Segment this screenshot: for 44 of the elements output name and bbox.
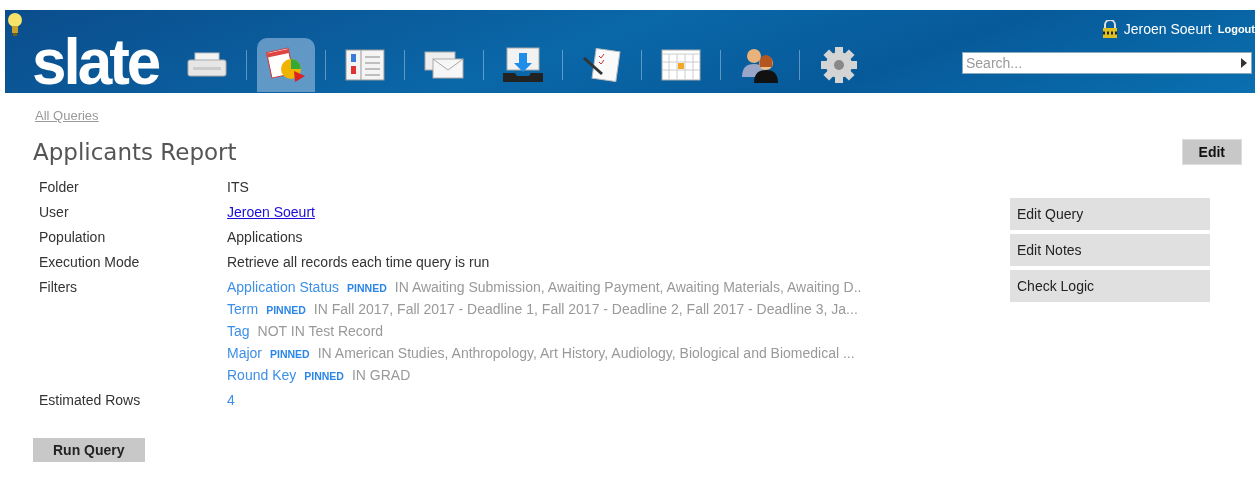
search-field[interactable]: Search... xyxy=(962,52,1252,74)
lightbulb-icon xyxy=(7,12,23,38)
user-name: Jeroen Soeurt xyxy=(1123,21,1212,37)
pinned-label: PINNED xyxy=(266,304,306,316)
user-link[interactable]: Jeroen Soeurt xyxy=(227,204,862,220)
slate-logo[interactable]: slate xyxy=(32,29,159,95)
edit-button[interactable]: Edit xyxy=(1181,139,1242,165)
action-button[interactable]: Edit Notes xyxy=(1010,234,1210,266)
gear-icon[interactable] xyxy=(820,46,859,84)
lock-icon xyxy=(1101,20,1118,38)
people-icon[interactable] xyxy=(740,47,781,83)
printer-icon[interactable] xyxy=(187,52,228,78)
pinned-label: PINNED xyxy=(347,282,387,294)
document-pen-icon[interactable] xyxy=(582,48,623,82)
action-button[interactable]: Edit Query xyxy=(1010,198,1210,230)
filter-condition: IN Awaiting Submission, Awaiting Payment, Awaiting Materials, Awaiting D.. xyxy=(394,279,862,295)
envelopes-icon[interactable] xyxy=(424,51,465,79)
filter-field-link[interactable]: Major xyxy=(227,345,262,361)
pinned-label: PINNED xyxy=(270,348,310,360)
row-count: 4 xyxy=(227,392,236,408)
field-label: Population xyxy=(39,229,107,245)
form-icon[interactable] xyxy=(345,49,386,81)
field-label: Folder xyxy=(39,179,80,195)
run-query-button[interactable]: Run Query xyxy=(33,438,145,462)
logout-link[interactable]: Logout xyxy=(1217,23,1255,35)
filter-condition: IN American Studies, Anthropology, Art History, Audiology, Biological and Biomedical ... xyxy=(317,345,855,361)
calendar-icon[interactable] xyxy=(661,49,702,81)
page-title: Applicants Report xyxy=(33,139,237,165)
action-button[interactable]: Check Logic xyxy=(1010,270,1210,302)
field-label: Execution Mode xyxy=(39,254,141,270)
filter-condition: IN GRAD xyxy=(351,367,411,383)
field-value: Applications xyxy=(227,229,304,245)
field-label: User xyxy=(39,204,70,220)
pinned-label: PINNED xyxy=(304,370,344,382)
field-value: ITS xyxy=(227,179,250,195)
caret-icon[interactable] xyxy=(1241,58,1247,68)
field-label: Estimated Rows xyxy=(39,392,142,408)
filter-field-link[interactable]: Tag xyxy=(227,323,250,339)
inbox-download-icon[interactable] xyxy=(503,47,544,83)
field-value: Retrieve all records each time query is run xyxy=(227,254,491,270)
filter-condition: IN Fall 2017, Fall 2017 - Deadline 1, Fall 2017 - Deadline 2, Fall 2017 - Deadline 3, Ja... xyxy=(313,301,858,317)
field-label: Filters xyxy=(39,279,79,297)
filter-condition: NOT IN Test Record xyxy=(257,323,384,339)
report-chart-icon[interactable] xyxy=(266,47,307,83)
